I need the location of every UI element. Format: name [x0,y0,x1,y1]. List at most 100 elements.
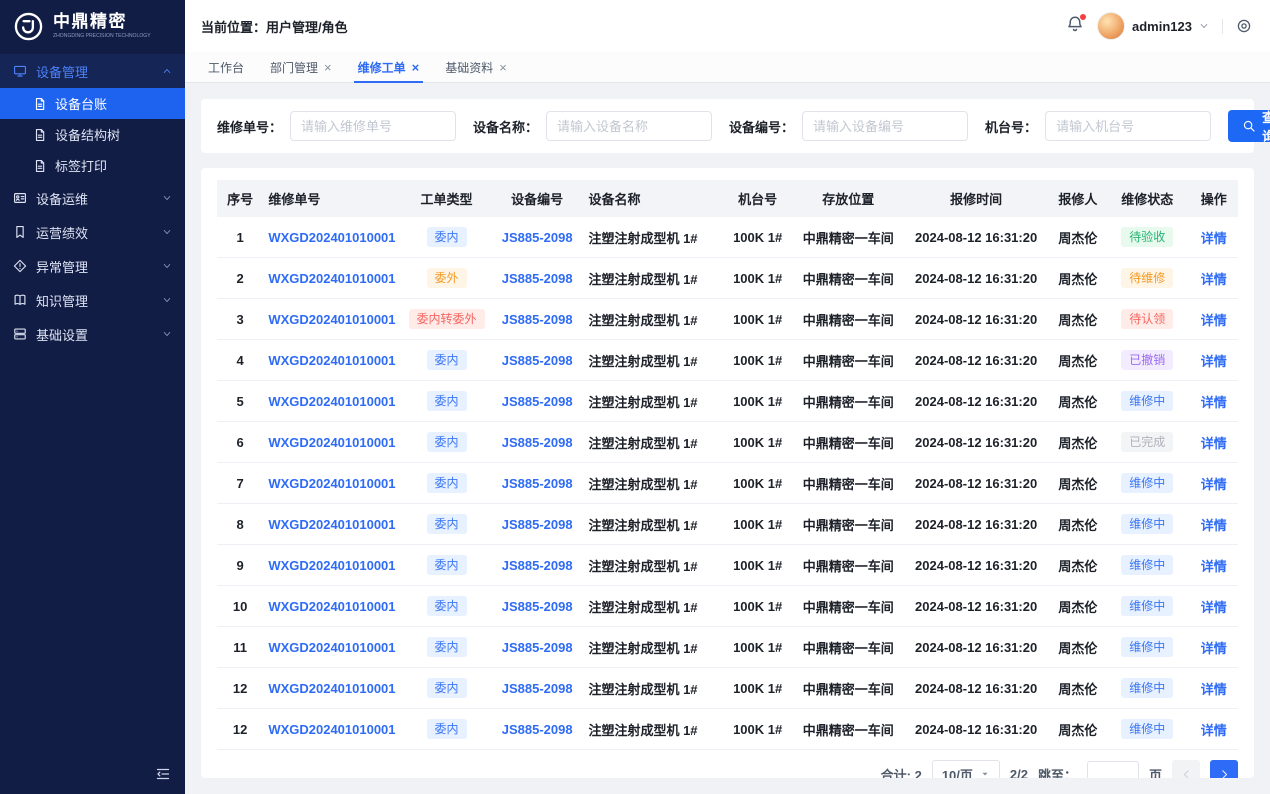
sidebar-item-knowledge-management[interactable]: 知识管理 [0,283,185,317]
sidebar-item-device-operations[interactable]: 设备运维 [0,181,185,215]
sidebar-subitem-label-printing[interactable]: 标签打印 [0,150,185,181]
detail-link[interactable]: 详情 [1201,313,1227,328]
cell-action: 详情 [1190,463,1238,504]
detail-link[interactable]: 详情 [1201,723,1227,738]
ring-icon[interactable] [1236,18,1252,34]
order-no-link[interactable]: WXGD202401010001 [268,353,395,368]
order-no-link[interactable]: WXGD202401010001 [268,599,395,614]
cell-machine-no: 100K 1# [720,217,795,258]
order-no-link[interactable]: WXGD202401010001 [268,558,395,573]
detail-link[interactable]: 详情 [1201,641,1227,656]
detail-link[interactable]: 详情 [1201,436,1227,451]
filter-input-device-no[interactable] [802,111,968,141]
order-no-link[interactable]: WXGD202401010001 [268,394,395,409]
filter-field-device-no: 设备编号： [729,111,968,141]
device-no-link[interactable]: JS885-2098 [502,271,573,286]
detail-link[interactable]: 详情 [1201,272,1227,287]
device-no-link[interactable]: JS885-2098 [502,312,573,327]
device-no-link[interactable]: JS885-2098 [502,517,573,532]
sidebar-subitem-device-ledger[interactable]: 设备台账 [0,88,185,119]
cell-order-no: WXGD202401010001 [263,586,402,627]
detail-link[interactable]: 详情 [1201,354,1227,369]
cell-action: 详情 [1190,586,1238,627]
sidebar-item-label: 基础设置 [36,325,88,344]
search-button-label: 查询 [1262,107,1270,145]
tab-workbench[interactable]: 工作台 [195,52,257,82]
device-no-link[interactable]: JS885-2098 [502,230,573,245]
cell-reporter: 周杰伦 [1051,463,1105,504]
device-no-link[interactable]: JS885-2098 [502,353,573,368]
detail-link[interactable]: 详情 [1201,477,1227,492]
detail-link[interactable]: 详情 [1201,231,1227,246]
cell-device-no: JS885-2098 [491,340,584,381]
order-no-link[interactable]: WXGD202401010001 [268,722,395,737]
order-no-link[interactable]: WXGD202401010001 [268,640,395,655]
sidebar-item-operation-performance[interactable]: 运营绩效 [0,215,185,249]
document-icon [33,128,47,142]
cell-report-time: 2024-08-12 16:31:20 [902,299,1051,340]
filter-input-device-name[interactable] [546,111,712,141]
search-button[interactable]: 查询 [1228,110,1270,142]
cell-reporter: 周杰伦 [1051,340,1105,381]
cell-report-time: 2024-08-12 16:31:20 [902,504,1051,545]
cell-order-no: WXGD202401010001 [263,627,402,668]
cell-action: 详情 [1190,422,1238,463]
chevron-down-icon [162,193,172,203]
cell-machine-no: 100K 1# [720,668,795,709]
order-no-link[interactable]: WXGD202401010001 [268,230,395,245]
page-size-select[interactable]: 10/页 [932,760,1000,778]
sidebar-item-basic-settings[interactable]: 基础设置 [0,317,185,351]
cell-device-name: 注塑注射成型机 1# [583,340,720,381]
sidebar-item-device-management[interactable]: 设备管理 [0,54,185,88]
tab-close-icon[interactable]: × [324,61,332,74]
order-no-link[interactable]: WXGD202401010001 [268,517,395,532]
notification-bell[interactable] [1066,15,1084,38]
jump-page-input[interactable] [1087,761,1139,779]
filter-input-machine-no[interactable] [1045,111,1211,141]
breadcrumb-prefix: 当前位置： [201,20,266,35]
detail-link[interactable]: 详情 [1201,559,1227,574]
tab-basic-data[interactable]: 基础资料× [432,52,520,82]
filter-input-repair-order-no[interactable] [290,111,456,141]
cell-status: 已完成 [1105,422,1190,463]
cell-reporter: 周杰伦 [1051,299,1105,340]
detail-link[interactable]: 详情 [1201,600,1227,615]
type-badge: 委内 [427,719,467,739]
tab-close-icon[interactable]: × [499,61,507,74]
next-page-button[interactable] [1210,760,1238,778]
brand-text: 中鼎精密 ZHONGDING PRECISION TECHNOLOGY [53,13,168,39]
user-menu[interactable]: admin123 [1097,12,1209,40]
order-no-link[interactable]: WXGD202401010001 [268,681,395,696]
search-icon [1242,119,1256,133]
tab-repair-work-order[interactable]: 维修工单× [345,52,433,82]
sidebar-subitem-device-structure-tree[interactable]: 设备结构树 [0,119,185,150]
cell-type: 委内 [402,709,491,750]
tab-department-management[interactable]: 部门管理× [257,52,345,82]
sidebar-item-exception-management[interactable]: 异常管理 [0,249,185,283]
collapse-sidebar-icon[interactable] [155,766,171,782]
device-no-link[interactable]: JS885-2098 [502,394,573,409]
order-no-link[interactable]: WXGD202401010001 [268,476,395,491]
sidebar-item-label: 设备运维 [36,189,88,208]
device-no-link[interactable]: JS885-2098 [502,435,573,450]
device-no-link[interactable]: JS885-2098 [502,599,573,614]
device-no-link[interactable]: JS885-2098 [502,681,573,696]
device-no-link[interactable]: JS885-2098 [502,640,573,655]
type-badge: 委内 [427,227,467,247]
device-no-link[interactable]: JS885-2098 [502,476,573,491]
detail-link[interactable]: 详情 [1201,395,1227,410]
cell-order-no: WXGD202401010001 [263,299,402,340]
order-no-link[interactable]: WXGD202401010001 [268,435,395,450]
prev-page-button[interactable] [1172,760,1200,778]
order-no-link[interactable]: WXGD202401010001 [268,312,395,327]
tab-close-icon[interactable]: × [412,61,420,74]
cell-index: 4 [217,340,263,381]
device-no-link[interactable]: JS885-2098 [502,558,573,573]
cell-status: 维修中 [1105,586,1190,627]
cell-device-name: 注塑注射成型机 1# [583,504,720,545]
cell-device-name: 注塑注射成型机 1# [583,258,720,299]
device-no-link[interactable]: JS885-2098 [502,722,573,737]
order-no-link[interactable]: WXGD202401010001 [268,271,395,286]
detail-link[interactable]: 详情 [1201,682,1227,697]
detail-link[interactable]: 详情 [1201,518,1227,533]
